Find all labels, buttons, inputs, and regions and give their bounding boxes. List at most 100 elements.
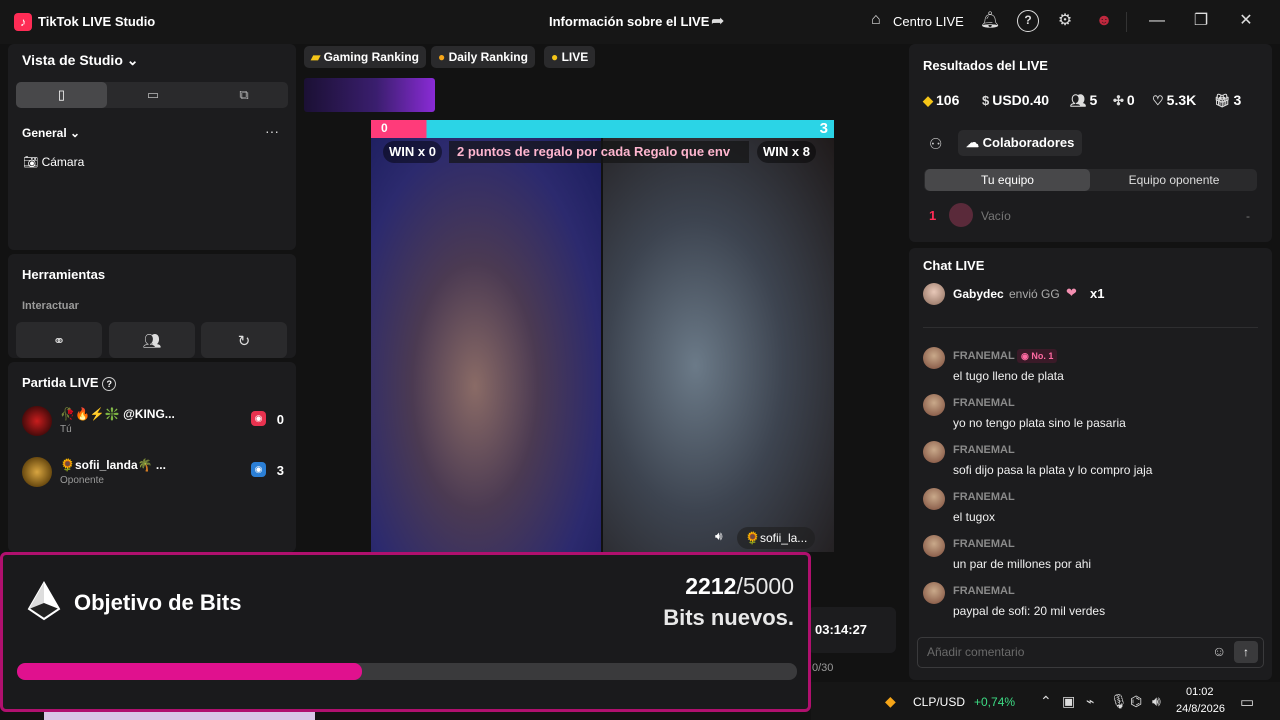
gg-gift-icon: ❤︎: [1066, 285, 1077, 300]
opponent-name-tag[interactable]: 🌻sofii_la...: [737, 527, 816, 549]
microphone-icon[interactable]: 🎙︎: [1110, 693, 1128, 710]
notifications-icon[interactable]: ▭: [1240, 693, 1254, 711]
camera-icon: 📷︎: [23, 155, 39, 169]
emoji-icon[interactable]: ☺: [1212, 643, 1226, 659]
general-scene[interactable]: General ⌄: [22, 126, 80, 140]
team-tabs: Tu equipo Equipo oponente: [924, 169, 1257, 191]
link-tool-button[interactable]: ⚭: [16, 322, 102, 358]
avatar: [923, 535, 945, 557]
send-button[interactable]: ↑: [1234, 641, 1258, 663]
avatar: [923, 283, 945, 305]
clock-time[interactable]: 01:02: [1186, 686, 1214, 698]
avatar[interactable]: ☻: [1093, 10, 1115, 32]
player-score: 0: [276, 412, 284, 427]
bits-goal-title: Objetivo de Bits: [74, 590, 242, 615]
help-icon[interactable]: ?: [1017, 10, 1039, 32]
chat-username[interactable]: FRANEMAL: [953, 585, 1015, 597]
follower-icon: ✣: [1113, 93, 1124, 108]
usb-tray-icon[interactable]: ⌁: [1086, 693, 1094, 710]
bits-subtitle: Bits nuevos.: [663, 605, 794, 630]
guests-tool-button[interactable]: 👥︎: [109, 322, 195, 358]
camera-source[interactable]: 📷︎ Cámara: [23, 155, 84, 169]
player-row-self[interactable]: 🥀🔥⚡❇️ @KING... Tú ◉ 0: [22, 406, 284, 442]
landscape-layout-button[interactable]: ▭: [108, 82, 198, 108]
dual-layout-button[interactable]: ⧉: [200, 82, 288, 108]
chevron-down-icon: ⌄: [70, 126, 81, 140]
player-role: Oponente: [60, 475, 104, 486]
flame-icon: ●: [438, 50, 446, 64]
arrow-up-icon: ↑: [1243, 645, 1249, 659]
currency-change: +0,74%: [974, 695, 1016, 709]
chevron-up-icon[interactable]: ⌃: [1040, 693, 1052, 710]
chat-username[interactable]: FRANEMAL: [953, 350, 1015, 362]
counter: 0/30: [812, 662, 834, 674]
cloud-icon: ☁︎: [966, 135, 979, 150]
wifi-icon[interactable]: ⌬: [1130, 693, 1142, 710]
bell-icon[interactable]: 🔔︎: [979, 10, 1001, 32]
chevron-down-icon: ⌄: [126, 52, 139, 68]
live-chip[interactable]: ● LIVE: [544, 46, 596, 68]
close-icon[interactable]: ✕: [1235, 10, 1257, 32]
restore-icon[interactable]: ❐: [1190, 10, 1212, 32]
minimize-icon[interactable]: —: [1146, 10, 1168, 32]
trophy-icon: ▰: [311, 50, 321, 64]
speaker-icon[interactable]: 🔊︎: [1152, 693, 1161, 710]
avatar: [923, 347, 945, 369]
network-tray-icon[interactable]: ▣: [1062, 693, 1075, 710]
rank-number: 1: [929, 208, 937, 223]
volume-icon[interactable]: 🔊︎: [715, 529, 723, 544]
avatar: [923, 488, 945, 510]
title-bar-divider: [1126, 12, 1127, 32]
avatar: [923, 582, 945, 604]
refresh-icon: ↻: [237, 333, 251, 350]
win-streak-right: WIN x 8: [757, 141, 816, 163]
home-icon[interactable]: ⌂: [871, 11, 881, 29]
video-divider: [601, 138, 603, 552]
app-title: TikTok LIVE Studio: [38, 14, 156, 29]
help-icon[interactable]: ?: [102, 377, 117, 391]
gift-points-marquee: 2 puntos de regalo por cada Regalo que e…: [449, 141, 749, 163]
studio-view-panel: Vista de Studio ⌄ ▯ ▭ ⧉ General ⌄ ··· 📷︎…: [8, 44, 296, 250]
battle-panel: Partida LIVE ? 🥀🔥⚡❇️ @KING... Tú ◉ 0 🌻so…: [8, 362, 296, 552]
live-video-preview[interactable]: 0 3 WIN x 0 2 puntos de regalo por cada …: [371, 120, 834, 552]
clock-date[interactable]: 24/8/2026: [1176, 703, 1225, 715]
win-streak-left: WIN x 0: [383, 141, 442, 163]
event-banner-image[interactable]: [304, 78, 435, 112]
interact-label: Interactuar: [22, 300, 79, 312]
settings-gear-icon[interactable]: ⚙: [1054, 10, 1076, 32]
portrait-layout-button[interactable]: ▯: [16, 82, 107, 108]
chat-message: sofi dijo pasa la plata y lo compro jaja: [953, 463, 1153, 477]
chat-username[interactable]: FRANEMAL: [953, 397, 1015, 409]
live-info-title[interactable]: Información sobre el LIVE: [549, 14, 709, 29]
add-collaborator-icon[interactable]: ⚇: [929, 135, 942, 153]
medal-icon: ◉: [1021, 351, 1029, 361]
likes-stat: ♡ 5.3K: [1152, 92, 1197, 108]
share-icon[interactable]: ➦: [711, 11, 729, 31]
gift-count: x1: [1090, 286, 1105, 301]
player-name: 🌻sofii_landa🌴 ...: [60, 458, 166, 472]
gift-sender[interactable]: Gabydec: [953, 287, 1004, 301]
chat-message: yo no tengo plata sino le pasaria: [953, 416, 1126, 430]
tab-opponent-team[interactable]: Equipo oponente: [1092, 169, 1256, 191]
opponent-camera-feed: [603, 138, 834, 552]
avatar: [22, 457, 52, 487]
collaborators-button[interactable]: ☁︎ Colaboradores: [958, 130, 1083, 156]
refresh-tool-button[interactable]: ↻: [201, 322, 287, 358]
gaming-ranking-chip[interactable]: ▰ Gaming Ranking: [304, 46, 426, 68]
daily-ranking-chip[interactable]: ● Daily Ranking: [431, 46, 535, 68]
chat-username[interactable]: FRANEMAL: [953, 444, 1015, 456]
tab-my-team[interactable]: Tu equipo: [925, 169, 1090, 191]
centro-live-button[interactable]: Centro LIVE: [893, 14, 964, 29]
team-badge-icon: ◉: [251, 411, 266, 426]
player-row-opponent[interactable]: 🌻sofii_landa🌴 ... Oponente ◉ 3: [22, 457, 284, 493]
studio-view-title[interactable]: Vista de Studio ⌄: [22, 52, 139, 69]
currency-pair[interactable]: CLP/USD: [913, 695, 965, 709]
chat-username[interactable]: FRANEMAL: [953, 538, 1015, 550]
more-options-icon[interactable]: ···: [265, 123, 279, 139]
chat-message: un par de millones por ahi: [953, 557, 1092, 571]
gift-text: envió GG: [1009, 287, 1060, 301]
tools-panel: Herramientas Interactuar ⚭ 👥︎ ↻: [8, 254, 296, 358]
chat-username[interactable]: FRANEMAL: [953, 491, 1015, 503]
bottom-preview-strip: [44, 712, 315, 720]
right-score: 3: [819, 120, 828, 137]
